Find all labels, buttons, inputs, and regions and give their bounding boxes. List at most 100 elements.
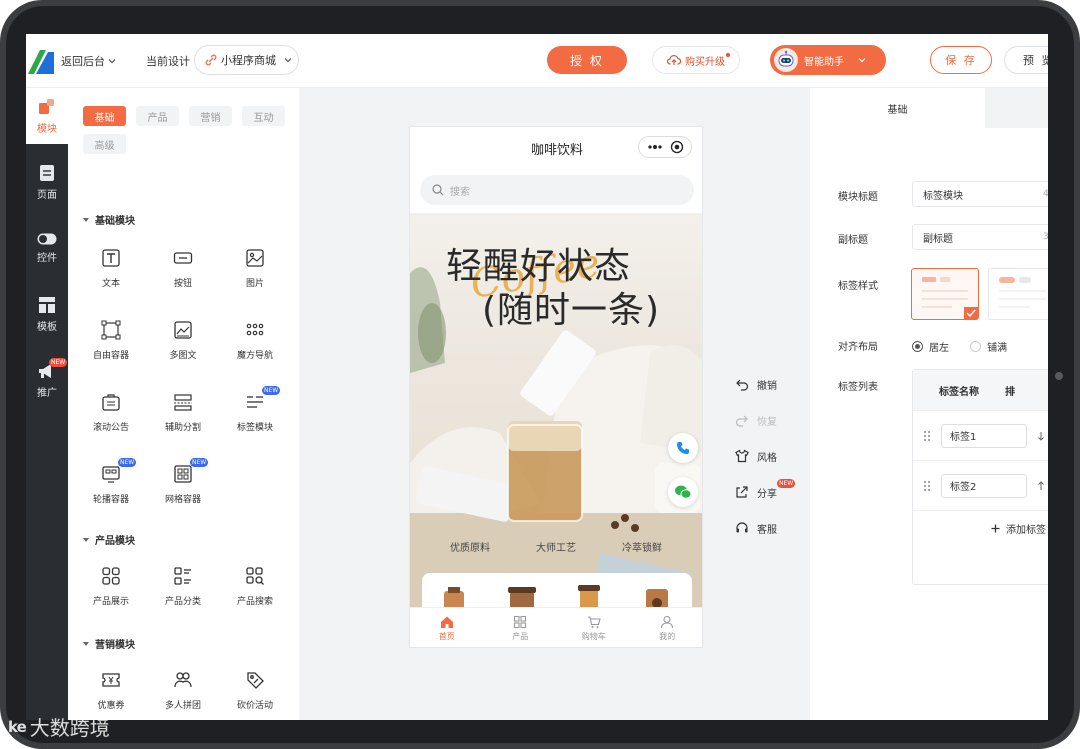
undo-button[interactable]: 撤销 xyxy=(735,366,777,402)
phone-search-bar[interactable]: 搜索 xyxy=(420,175,694,205)
product-grid-icon xyxy=(102,567,120,585)
toggle-icon xyxy=(37,233,57,244)
float-phone-button[interactable] xyxy=(668,433,698,463)
section-title-marketing[interactable]: 营销模块 xyxy=(83,636,135,651)
style-button[interactable]: 风格 xyxy=(735,438,777,474)
rail-item-promote[interactable]: NEW 推广 xyxy=(26,352,68,408)
rail-item-page[interactable]: 页面 xyxy=(26,154,68,210)
rail-label: 推广 xyxy=(37,387,57,399)
widget-product-search[interactable]: 产品搜索 xyxy=(225,566,285,607)
tab-cart[interactable]: 购物车 xyxy=(557,608,631,647)
add-tag-button[interactable]: 添加标签 xyxy=(913,510,1048,546)
design-select[interactable]: 小程序商城 xyxy=(194,45,299,75)
section-title-basic[interactable]: 基础模块 xyxy=(83,212,135,227)
widget-scroll-notice[interactable]: 滚动公告 xyxy=(81,392,141,433)
widget-carousel-container[interactable]: NEW 轮播容器 xyxy=(81,458,141,505)
tag-name-input[interactable]: 标签1 xyxy=(941,423,1027,448)
tag-style-option-1[interactable] xyxy=(911,268,979,320)
module-title-input[interactable]: 标签模块 4 xyxy=(912,181,1048,207)
widget-product-display[interactable]: 产品展示 xyxy=(81,566,141,607)
watermark-text: 大数跨境 xyxy=(29,716,110,740)
redo-button[interactable]: 恢复 xyxy=(735,402,777,438)
left-rail: 模块 页面 控件 模板 NEW 推广 xyxy=(26,88,68,720)
share-icon xyxy=(736,486,748,498)
drag-handle-icon[interactable] xyxy=(923,480,931,492)
widget-label: 辅助分割 xyxy=(164,423,201,433)
align-fill-radio[interactable]: 铺满 xyxy=(970,339,1007,354)
widget-coupon[interactable]: 优惠券 xyxy=(81,670,141,711)
widget-label: 多人拼团 xyxy=(164,701,201,711)
watermark: ke 大数跨境 xyxy=(8,712,110,741)
tag-list-icon xyxy=(247,396,263,408)
subtitle-input[interactable]: 副标题 3 xyxy=(912,224,1048,250)
rail-item-template[interactable]: 模板 xyxy=(26,286,68,342)
rail-item-blocks[interactable]: 模块 xyxy=(26,88,68,144)
widget-label: 文本 xyxy=(101,279,120,289)
widget-bargain[interactable]: 砍价活动 xyxy=(225,670,285,711)
float-wechat-button[interactable] xyxy=(668,477,698,507)
search-placeholder: 搜索 xyxy=(450,186,470,198)
tab-product[interactable]: 产品 xyxy=(136,106,179,126)
products-grid-icon xyxy=(514,615,527,629)
widget-free-container[interactable]: 自由容器 xyxy=(81,320,141,361)
widget-product-category[interactable]: 产品分类 xyxy=(153,566,213,607)
coffee-banner-image[interactable]: Coffee 轻醒好状态 (随时一条) 优质原料 大师工艺 冷萃锁鲜 xyxy=(410,213,702,607)
widget-multi-image-text[interactable]: 多图文 xyxy=(153,320,213,361)
back-to-admin-button[interactable]: 返回后台 xyxy=(61,53,116,69)
home-icon xyxy=(440,616,453,628)
widget-grid-container[interactable]: NEW 网格容器 xyxy=(153,458,213,505)
banner-subheadline: (随时一条) xyxy=(482,290,661,331)
tab-basic[interactable]: 基础 xyxy=(83,106,126,126)
tag-list-table: 标签名称 排 标签1 标签2 添加标签 xyxy=(912,369,1048,585)
user-icon xyxy=(661,615,674,629)
cloud-upload-icon xyxy=(667,55,681,65)
smart-assistant-button[interactable]: 智能助手 xyxy=(770,45,886,75)
save-button[interactable]: 保 存 xyxy=(930,46,992,74)
rail-item-controls[interactable]: 控件 xyxy=(26,220,68,276)
miniprogram-capsule[interactable] xyxy=(638,136,692,158)
widget-label: 滚动公告 xyxy=(92,423,129,433)
share-button[interactable]: 分享 NEW xyxy=(735,474,796,510)
tab-secondary[interactable] xyxy=(985,88,1048,128)
tab-interaction[interactable]: 互动 xyxy=(242,106,285,126)
authorize-button[interactable]: 授 权 xyxy=(547,46,627,74)
widget-group-buy[interactable]: 多人拼团 xyxy=(153,670,213,711)
tab-home[interactable]: 首页 xyxy=(410,608,484,647)
preview-button[interactable]: 预 览 xyxy=(1004,46,1048,74)
section-title-text: 基础模块 xyxy=(95,216,135,227)
arrow-up-icon[interactable] xyxy=(1037,480,1045,491)
widget-label: 优惠券 xyxy=(97,701,125,711)
widget-text[interactable]: 文本 xyxy=(81,248,141,289)
tab-basic-properties[interactable]: 基础 xyxy=(810,88,985,128)
tab-marketing[interactable]: 营销 xyxy=(189,106,232,126)
drag-handle-icon[interactable] xyxy=(923,430,931,442)
widget-button[interactable]: 按钮 xyxy=(153,248,213,289)
widget-divider[interactable]: 辅助分割 xyxy=(153,392,213,433)
phone-preview[interactable]: 咖啡饮料 搜索 Coffee 轻醒好状态 (随时一条) 优质原料 大师工艺 冷萃… xyxy=(409,126,703,648)
upgrade-button[interactable]: 购买升级 xyxy=(652,46,740,74)
arrow-down-icon[interactable] xyxy=(1037,431,1045,441)
free-container-icon xyxy=(101,320,121,340)
section-title-product[interactable]: 产品模块 xyxy=(83,532,135,547)
shirt-icon xyxy=(735,449,749,463)
rail-label: 页面 xyxy=(37,189,57,201)
tab-mine[interactable]: 我的 xyxy=(631,608,703,647)
tag-name-input[interactable]: 标签2 xyxy=(941,473,1027,498)
subtitle-label: 副标题 xyxy=(838,235,868,246)
tab-products[interactable]: 产品 xyxy=(484,608,558,647)
widget-tag-module[interactable]: NEW 标签模块 xyxy=(225,386,285,433)
widget-category-tabs: 基础 产品 营销 互动 高级 xyxy=(83,106,293,154)
text-icon xyxy=(102,249,120,267)
tag-style-option-2[interactable] xyxy=(988,268,1048,320)
align-layout-label: 对齐布局 xyxy=(838,342,878,353)
widget-image[interactable]: 图片 xyxy=(225,248,285,289)
tab-advanced[interactable]: 高级 xyxy=(83,134,126,154)
properties-panel: 基础 模块标题 标签模块 4 副标题 副标题 3 标签样式 对齐布局 居左 铺满… xyxy=(810,88,1048,720)
column-header-tag-name: 标签名称 xyxy=(939,386,979,398)
customer-service-button[interactable]: 客服 xyxy=(735,510,777,546)
widget-label: 图片 xyxy=(245,279,264,289)
editor-screen: 返回后台 当前设计 小程序商城 授 权 购买升级 智能助手 保 存 预 览 xyxy=(26,34,1048,720)
page-icon xyxy=(40,164,54,181)
align-left-radio[interactable]: 居左 xyxy=(912,339,949,354)
widget-cube-nav[interactable]: 魔方导航 xyxy=(225,320,285,361)
